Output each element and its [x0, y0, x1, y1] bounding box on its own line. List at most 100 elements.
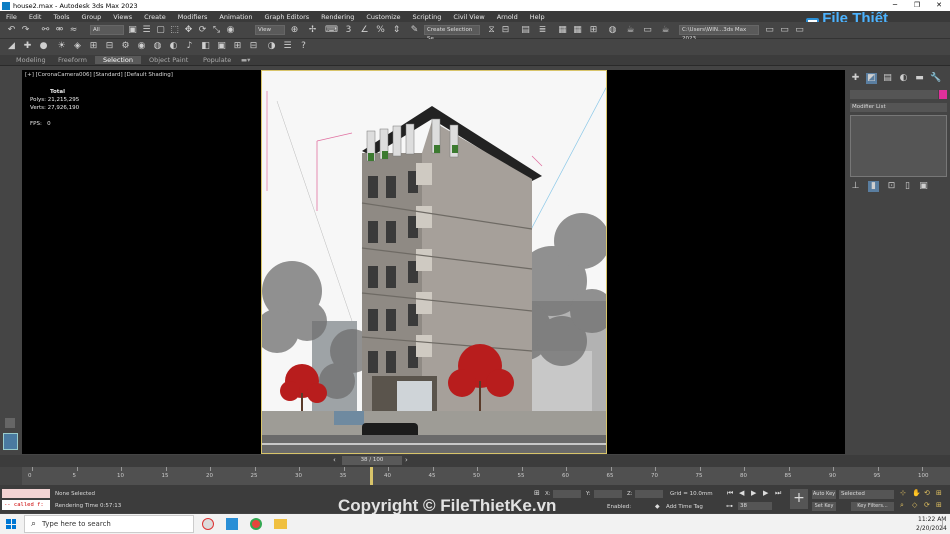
next-key-icon[interactable]: ▶	[763, 489, 768, 497]
bind-spacewarp-icon[interactable]: ≈	[68, 25, 79, 36]
pivot-center-icon[interactable]: ⊕	[289, 25, 300, 36]
corona-decal-icon[interactable]: ♪	[184, 41, 195, 52]
motion-tab-icon[interactable]: ◐	[898, 73, 909, 84]
project-folder-icon[interactable]: ▭	[794, 25, 805, 36]
time-slider[interactable]: ‹ 38 / 100 ›	[0, 455, 950, 467]
tab-selection[interactable]: Selection	[95, 56, 141, 64]
ribbon-options-icon[interactable]: ▬▾	[241, 56, 250, 64]
set-project-icon[interactable]: ▭	[779, 25, 790, 36]
tab-populate[interactable]: Populate	[203, 56, 231, 64]
named-selection-sets-dropdown[interactable]: Create Selection Se	[424, 25, 480, 42]
unlink-icon[interactable]: ⚮	[54, 25, 65, 36]
configure-sets-icon[interactable]: ▣	[918, 181, 929, 192]
zoom-icon[interactable]: ⌕	[900, 501, 904, 510]
corona-sun-icon[interactable]: ☀	[56, 41, 67, 52]
corona-proxy-icon[interactable]: ⊞	[88, 41, 99, 52]
help-icon[interactable]: ?	[298, 41, 309, 52]
windows-start-icon[interactable]	[6, 519, 16, 529]
show-end-result-icon[interactable]: ▮	[868, 181, 879, 192]
selection-filter-dropdown[interactable]: All	[90, 25, 124, 35]
chrome-icon[interactable]	[250, 518, 262, 530]
create-tab-icon[interactable]: ✚	[850, 73, 861, 84]
menu-scripting[interactable]: Scripting	[413, 13, 442, 21]
3dsmax-taskbar-icon[interactable]	[226, 518, 238, 530]
schematic-view-icon[interactable]: ⊞	[588, 25, 599, 36]
tab-freeform[interactable]: Freeform	[58, 56, 87, 64]
key-filters-button[interactable]: Key Filters...	[851, 502, 894, 511]
menu-modifiers[interactable]: Modifiers	[178, 13, 208, 21]
menu-help[interactable]: Help	[530, 13, 545, 21]
tab-modeling[interactable]: Modeling	[16, 56, 46, 64]
timeline-playhead[interactable]	[370, 467, 374, 485]
object-color-swatch[interactable]	[939, 90, 947, 99]
prev-frame-arrow[interactable]: ‹	[333, 456, 336, 464]
show-desktop-button[interactable]	[942, 518, 948, 530]
viewport-layout-icon[interactable]	[5, 418, 15, 428]
menu-graph-editors[interactable]: Graph Editors	[265, 13, 310, 21]
corona-toggle-icon[interactable]: ◑	[266, 41, 277, 52]
angle-snap-icon[interactable]: ∠	[359, 25, 370, 36]
redo-icon[interactable]: ↷	[20, 25, 31, 36]
file-explorer-icon[interactable]	[274, 519, 287, 529]
corona-render-icon[interactable]: ◢	[6, 41, 17, 52]
corona-vfb-icon[interactable]: ⊟	[248, 41, 259, 52]
set-key-big-icon[interactable]: +	[790, 489, 808, 509]
modifier-stack[interactable]	[850, 115, 947, 177]
menu-arnold[interactable]: Arnold	[497, 13, 518, 21]
keyboard-shortcut-icon[interactable]: ⌨	[325, 25, 338, 36]
reference-coord-dropdown[interactable]: View	[255, 25, 285, 35]
tab-object-paint[interactable]: Object Paint	[149, 56, 188, 64]
corona-fb-icon[interactable]: ◐	[168, 41, 179, 52]
select-by-name-icon[interactable]: ☰	[141, 25, 152, 36]
menu-civil-view[interactable]: Civil View	[453, 13, 484, 21]
corona-list-icon[interactable]: ☰	[282, 41, 293, 52]
pan-view-icon[interactable]: ✋	[912, 489, 921, 497]
corona-camera-icon[interactable]: ◈	[72, 41, 83, 52]
zoom-extents-icon[interactable]: ⊹	[900, 489, 906, 497]
select-move-icon[interactable]: ✥	[183, 25, 194, 36]
corona-library-icon[interactable]: ◍	[152, 41, 163, 52]
corona-material-icon[interactable]: ◉	[136, 41, 147, 52]
maxscript-listener-top[interactable]	[2, 489, 50, 498]
window-crossing-icon[interactable]: ⬚	[169, 25, 180, 36]
menu-group[interactable]: Group	[82, 13, 102, 21]
layer-explorer-icon[interactable]: ≣	[537, 25, 548, 36]
viewport-toggle-icon[interactable]: ⊞	[936, 501, 942, 509]
fov-icon[interactable]: ◇	[912, 501, 917, 509]
corona-light-icon[interactable]: ●	[38, 41, 49, 52]
select-manipulate-icon[interactable]: ✢	[307, 25, 318, 36]
select-scale-icon[interactable]: ⤡	[211, 25, 222, 36]
menu-animation[interactable]: Animation	[219, 13, 252, 21]
open-project-icon[interactable]: ▭	[764, 25, 775, 36]
utilities-tab-icon[interactable]: 🔧	[930, 73, 941, 84]
set-key-button[interactable]: Set Key	[812, 502, 836, 511]
goto-end-icon[interactable]: ⏭	[775, 489, 781, 498]
modifier-list-dropdown[interactable]: Modifier List	[850, 103, 947, 112]
project-path-dropdown[interactable]: C:\Users\WIN...3ds Max 2023	[679, 25, 759, 42]
menu-edit[interactable]: Edit	[29, 13, 42, 21]
auto-key-button[interactable]: Auto Key	[812, 490, 836, 499]
x-coord-field[interactable]	[553, 490, 581, 498]
close-button[interactable]: ✕	[928, 0, 950, 11]
hierarchy-tab-icon[interactable]: ▤	[882, 73, 893, 84]
display-tab-icon[interactable]: ▬	[914, 73, 925, 84]
menu-customize[interactable]: Customize	[366, 13, 400, 21]
render-setup-icon[interactable]: ☕	[625, 25, 636, 36]
named-selection-icon[interactable]: ✎	[409, 25, 420, 36]
material-editor-icon[interactable]: ◍	[607, 25, 618, 36]
snaps-toggle-icon[interactable]: 3	[343, 25, 354, 36]
menu-rendering[interactable]: Rendering	[321, 13, 354, 21]
maxscript-listener[interactable]: -- called f:	[2, 500, 50, 510]
corona-converter-icon[interactable]: ⊟	[104, 41, 115, 52]
select-object-icon[interactable]: ▣	[127, 25, 138, 36]
remove-modifier-icon[interactable]: ▯	[902, 181, 913, 192]
object-name-field[interactable]	[850, 90, 938, 99]
menu-views[interactable]: Views	[113, 13, 132, 21]
maximize-viewport-icon[interactable]: ⊞	[936, 489, 942, 497]
goto-start-icon[interactable]: ⏮	[727, 489, 733, 498]
mirror-icon[interactable]: ⧖	[486, 25, 497, 36]
percent-snap-icon[interactable]: %	[375, 25, 386, 36]
next-frame-arrow[interactable]: ›	[405, 456, 408, 464]
selected-dropdown[interactable]: Selected	[839, 490, 894, 499]
select-rotate-icon[interactable]: ⟳	[197, 25, 208, 36]
